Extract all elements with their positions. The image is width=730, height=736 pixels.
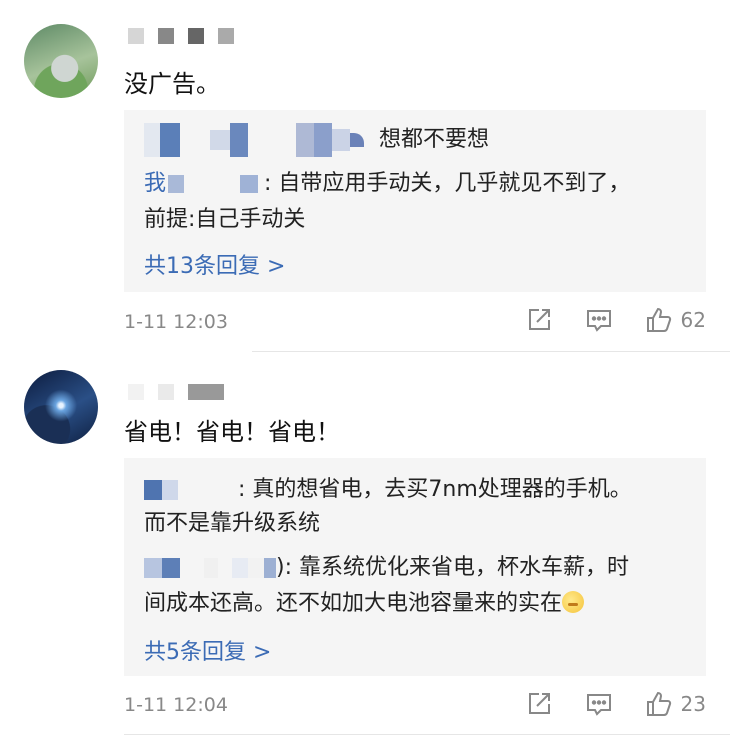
username-blurred[interactable] (128, 384, 224, 400)
timestamp: 1-11 12:04 (124, 694, 228, 716)
reply-text: : 真的想省电，去买7nm处理器的手机。 (238, 477, 632, 502)
reply-line: 我 : 自带应用手动关，几乎就见不到了， (144, 166, 686, 202)
share-icon[interactable] (525, 306, 553, 334)
reply-text: : 自带应用手动关，几乎就见不到了， (264, 171, 631, 196)
more-replies-link[interactable]: 共5条回复 > (144, 634, 271, 666)
reply-box[interactable]: : 真的想省电，去买7nm处理器的手机。 而不是靠升级系统 ): 靠系统优化来省… (124, 458, 706, 676)
action-bar: 23 (493, 690, 706, 718)
reply-line: : 真的想省电，去买7nm处理器的手机。 (144, 472, 686, 508)
reply-line: 间成本还高。还不如加大电池容量来的实在 (144, 586, 686, 622)
action-bar: 62 (493, 306, 706, 334)
avatar[interactable] (24, 24, 98, 98)
thumbs-up-icon[interactable] (645, 690, 673, 718)
reply-line: ): 靠系统优化来省电，杯水车薪，时 (144, 550, 686, 586)
comment-icon[interactable] (585, 690, 613, 718)
divider (124, 734, 730, 735)
reply-text: 间成本还高。还不如加大电池容量来的实在 (144, 591, 563, 616)
reply-username-prefix[interactable]: 我 (144, 171, 166, 196)
username-blurred[interactable] (128, 28, 234, 44)
reply-text: 想都不要想 (379, 127, 490, 152)
thumbs-up-icon[interactable] (645, 306, 673, 334)
reply-line: 想都不要想 (144, 122, 686, 158)
reply-line: 而不是靠升级系统 (144, 511, 321, 536)
comment-item: 没广告。 想都不要想 我 : 自带应用手动关，几乎就见不到了， 前提:自己手动关 … (0, 0, 730, 352)
share-icon[interactable] (525, 690, 553, 718)
avatar[interactable] (24, 370, 98, 444)
comment-icon[interactable] (585, 306, 613, 334)
more-replies-link[interactable]: 共13条回复 > (144, 248, 285, 280)
reply-username-blurred[interactable] (144, 122, 364, 158)
reply-text: ): 靠系统优化来省电，杯水车薪，时 (276, 555, 629, 580)
comment-text: 没广告。 (124, 70, 220, 98)
reply-box[interactable]: 想都不要想 我 : 自带应用手动关，几乎就见不到了， 前提:自己手动关 共13条回… (124, 110, 706, 292)
timestamp: 1-11 12:03 (124, 311, 228, 333)
thinking-face-icon (562, 591, 585, 613)
like-count: 23 (680, 692, 706, 716)
reply-line: 前提:自己手动关 (144, 207, 306, 232)
comment-text: 省电！省电！省电！ (124, 418, 340, 446)
comment-item: 省电！省电！省电！ : 真的想省电，去买7nm处理器的手机。 而不是靠升级系统 … (0, 352, 730, 736)
like-count: 62 (680, 308, 706, 332)
